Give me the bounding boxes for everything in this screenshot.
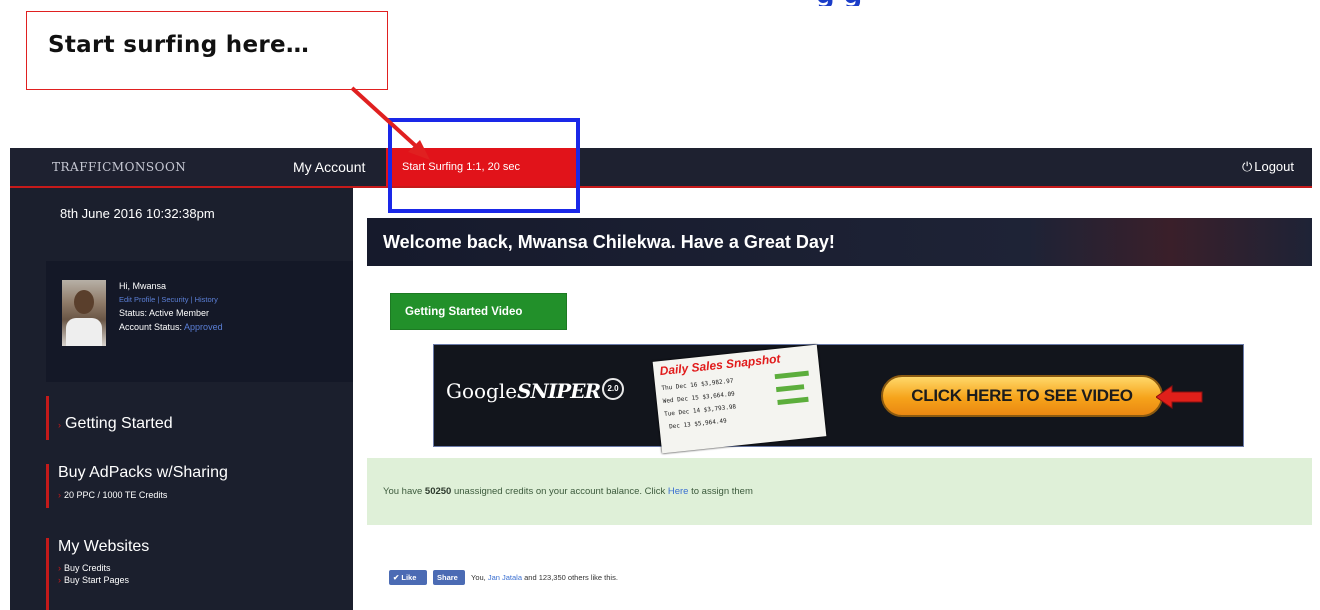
current-datetime: 8th June 2016 10:32:38pm [60,206,215,221]
sidebar: 8th June 2016 10:32:38pm Hi, Mwansa Edit… [10,188,353,610]
sidebar-section-adpacks: Buy AdPacks w/Sharing › 20 PPC / 1000 TE … [46,464,346,524]
banner-brand: GoogleSNIPER [446,379,601,403]
avatar[interactable] [62,280,106,346]
friend-link[interactable]: Jan Jatala [488,573,522,582]
snapshot-bar [775,384,805,393]
main-content: Welcome back, Mwansa Chilekwa. Have a Gr… [353,188,1312,610]
callout-text: Start surfing here… [48,32,310,58]
facebook-share-button[interactable]: Share [433,570,465,585]
account-status-label: Account Status: [119,322,185,332]
account-status-value[interactable]: Approved [184,322,223,332]
avatar-head [74,290,94,314]
welcome-text: Welcome back, Mwansa Chilekwa. Have a Gr… [383,232,835,252]
snapshot-bar [777,396,809,406]
nav-my-account[interactable]: My Account [293,159,365,175]
callout-box: Start surfing here… [26,11,388,90]
sidebar-section-websites: My Websites › Buy Credits › Buy Start Page… [46,538,346,610]
sidebar-section-title[interactable]: My Websites [58,538,149,556]
sidebar-section-getting-started[interactable]: › Getting Started [46,396,346,456]
sidebar-item-buy-credits[interactable]: › Buy Credits [58,563,111,573]
profile-card: Hi, Mwansa Edit Profile | Security | His… [46,261,353,382]
avatar-shirt [66,318,102,346]
assign-credits-link[interactable]: Here [668,486,689,497]
snapshot-row: Tue Dec 14 $3,793.98 [663,403,737,418]
welcome-banner: Welcome back, Mwansa Chilekwa. Have a Gr… [367,218,1312,266]
version-badge: 2.0 [602,378,624,400]
arrow-left-icon [1156,385,1203,409]
snapshot-bar [774,370,809,380]
logout-label: Logout [1254,159,1294,174]
credits-alert: You have 50250 unassigned credits on you… [367,458,1312,525]
click-here-video-button[interactable]: CLICK HERE TO SEE VIDEO [881,375,1163,417]
app-screenshot: TRAFFICMONSOON My Account Start Surfing … [10,148,1312,610]
snapshot-row: Thu Dec 16 $3,982.97 [661,377,734,393]
account-status: Account Status: Approved [119,322,223,332]
credits-amount: 50250 [424,486,452,497]
profile-greeting: Hi, Mwansa [119,281,167,291]
profile-links[interactable]: Edit Profile | Security | History [119,295,218,304]
sidebar-item-buy-start-pages[interactable]: › Buy Start Pages [58,575,129,585]
sidebar-section-title[interactable]: › Getting Started [58,415,173,433]
sidebar-item-adpack[interactable]: › 20 PPC / 1000 TE Credits [58,490,167,500]
section-accent-bar [46,396,49,440]
start-surfing-button[interactable]: Start Surfing 1:1, 20 sec [386,148,578,186]
section-accent-bar [46,464,49,508]
facebook-like-button[interactable]: ✔ Like [389,570,427,585]
snapshot-row: Dec 13 $5,964.49 [668,417,728,431]
site-logo[interactable]: TRAFFICMONSOON [52,160,186,174]
getting-started-video-button[interactable]: Getting Started Video [390,293,567,330]
top-heading-fragment: g g [816,0,1116,6]
sales-snapshot: Daily Sales Snapshot Thu Dec 16 $3,982.9… [652,344,827,454]
credits-alert-text: You have 50250 unassigned credits on you… [383,486,753,497]
logout-button[interactable]: ⏻ Logout [1242,159,1294,175]
snapshot-title: Daily Sales Snapshot [658,351,782,379]
power-icon: ⏻ [1241,159,1253,174]
snapshot-row: Wed Dec 15 $3,664.09 [662,390,736,406]
google-sniper-ad-banner[interactable]: GoogleSNIPER 2.0 Daily Sales Snapshot Th… [433,344,1244,454]
facebook-like-text: You, Jan Jatala and 123,350 others like … [471,573,618,582]
top-navbar: TRAFFICMONSOON My Account Start Surfing … [10,148,1312,188]
member-status: Status: Active Member [119,308,210,318]
sidebar-section-title[interactable]: Buy AdPacks w/Sharing [58,464,228,482]
section-accent-bar [46,538,49,610]
